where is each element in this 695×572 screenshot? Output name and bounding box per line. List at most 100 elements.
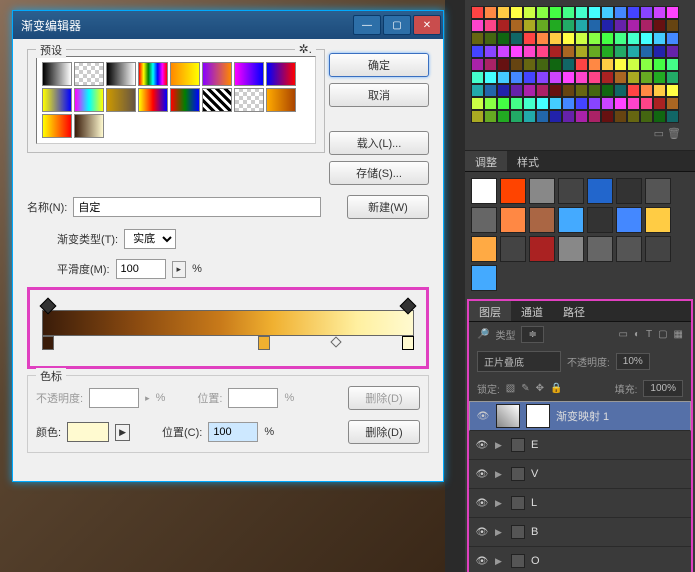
color-swatch[interactable] [562,97,575,110]
color-swatch[interactable] [471,19,484,32]
style-preset[interactable] [529,207,555,233]
smooth-input[interactable] [116,259,166,279]
gradient-preset[interactable] [74,114,104,138]
color-swatch[interactable] [484,71,497,84]
color-swatch[interactable] [562,84,575,97]
delete-color-button[interactable]: 删除(D) [348,420,420,444]
visibility-icon[interactable]: 👁 [475,498,489,509]
color-swatch[interactable] [601,110,614,123]
gradient-preset[interactable] [74,88,104,112]
color-swatch[interactable] [484,97,497,110]
color-swatch[interactable] [549,6,562,19]
color-swatch[interactable] [536,6,549,19]
color-swatch[interactable] [497,110,510,123]
style-preset[interactable] [471,207,497,233]
style-preset[interactable] [471,178,497,204]
color-swatch[interactable] [627,6,640,19]
color-swatch[interactable] [510,32,523,45]
color-swatch[interactable] [510,19,523,32]
style-preset[interactable] [587,236,613,262]
color-swatch[interactable] [562,110,575,123]
color-swatch[interactable] [588,58,601,71]
color-swatch[interactable] [471,71,484,84]
color-swatch[interactable] [510,84,523,97]
color-swatch[interactable] [549,32,562,45]
color-swatch[interactable] [640,58,653,71]
color-swatch[interactable] [653,32,666,45]
color-swatch[interactable] [614,71,627,84]
color-swatch[interactable] [666,32,679,45]
color-swatch[interactable] [653,19,666,32]
color-swatch[interactable] [471,97,484,110]
layer-row[interactable]: 👁▶B [469,518,691,547]
color-swatch[interactable] [666,45,679,58]
tab-channels[interactable]: 通道 [511,301,553,321]
style-preset[interactable] [500,207,526,233]
color-swatch[interactable] [614,97,627,110]
color-swatch[interactable] [653,84,666,97]
gradient-preset[interactable] [170,62,200,86]
color-swatch[interactable] [653,110,666,123]
load-button[interactable]: 载入(L)... [329,131,429,155]
gradient-preset[interactable] [138,88,168,112]
color-swatch[interactable] [497,84,510,97]
ok-button[interactable]: 确定 [329,53,429,77]
save-button[interactable]: 存储(S)... [329,161,429,185]
color-swatch[interactable] [471,110,484,123]
color-swatch[interactable] [588,6,601,19]
color-swatch[interactable] [614,45,627,58]
color-swatch[interactable] [484,110,497,123]
tab-styles[interactable]: 样式 [507,151,549,171]
style-preset[interactable] [558,236,584,262]
style-preset[interactable] [645,236,671,262]
color-flyout[interactable]: ▶ [115,424,130,441]
gradient-type-select[interactable]: 实底 [124,229,176,249]
color-swatch[interactable] [614,110,627,123]
gradient-preset[interactable] [266,62,296,86]
gradient-preset[interactable] [266,88,296,112]
color-swatch[interactable] [471,32,484,45]
color-swatch[interactable] [497,71,510,84]
disclosure-icon[interactable]: ▶ [495,498,505,509]
color-swatch[interactable] [510,110,523,123]
color-swatch[interactable] [497,97,510,110]
color-swatch[interactable] [562,19,575,32]
color-swatch[interactable] [666,6,679,19]
gradient-preset[interactable] [234,62,264,86]
color-swatch[interactable] [562,6,575,19]
color-swatch[interactable] [666,84,679,97]
color-swatch[interactable] [523,6,536,19]
style-preset[interactable] [529,178,555,204]
layer-row[interactable]: 👁渐变映射 1 [469,401,691,431]
color-swatch[interactable] [614,6,627,19]
color-swatch[interactable] [627,97,640,110]
style-preset[interactable] [616,236,642,262]
style-preset[interactable] [500,178,526,204]
color-swatch[interactable] [575,19,588,32]
color-swatch[interactable] [627,19,640,32]
style-preset[interactable] [645,207,671,233]
color-swatch[interactable] [471,84,484,97]
gradient-preset[interactable] [106,62,136,86]
disclosure-icon[interactable]: ▶ [495,556,505,567]
fill-value[interactable]: 100% [643,380,683,397]
color-swatch[interactable] [549,45,562,58]
color-swatch[interactable] [471,6,484,19]
color-swatch[interactable] [666,71,679,84]
color-swatch[interactable] [575,32,588,45]
gradient-preset[interactable] [138,62,168,86]
color-swatch[interactable] [614,84,627,97]
color-swatch[interactable] [640,110,653,123]
disclosure-icon[interactable]: ▶ [495,440,505,451]
color-swatch[interactable] [510,58,523,71]
color-swatch[interactable] [640,32,653,45]
color-swatch[interactable] [666,58,679,71]
close-button[interactable]: ✕ [413,15,441,35]
visibility-icon[interactable]: 👁 [475,440,489,451]
gradient-preset[interactable] [202,62,232,86]
color-swatch[interactable] [640,71,653,84]
stop-color-swatch[interactable] [67,422,109,442]
color-swatch[interactable] [640,6,653,19]
color-stop[interactable] [258,336,270,350]
color-swatch[interactable] [536,58,549,71]
